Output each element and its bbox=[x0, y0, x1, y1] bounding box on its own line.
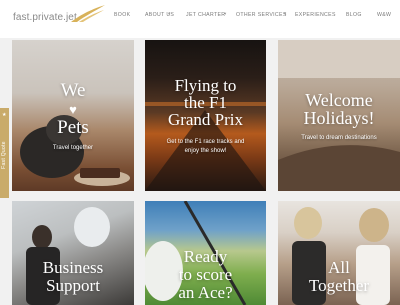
card-all-together[interactable]: All Together bbox=[278, 201, 400, 305]
card-title-line: Ready bbox=[183, 247, 228, 266]
heart-icon: ♥ bbox=[69, 102, 77, 117]
fast-quote-tab[interactable]: ★ Fast Quote bbox=[0, 108, 9, 198]
nav-blog[interactable]: BLOG bbox=[346, 12, 362, 19]
card-subtitle: Travel to dream destinations bbox=[301, 135, 377, 141]
nav-more[interactable]: W&W bbox=[377, 12, 391, 19]
card-title-line: Pets bbox=[57, 117, 89, 138]
star-icon: ★ bbox=[2, 112, 7, 118]
fast-quote-label: Fast Quote bbox=[1, 141, 7, 169]
site-header: fast.private.jet BOOK ABOUT US ▾ JET CHA… bbox=[0, 0, 400, 38]
card-title-line: an Ace? bbox=[178, 283, 233, 302]
card-title-line: Welcome bbox=[305, 90, 373, 110]
chevron-down-icon: ▾ bbox=[284, 11, 287, 16]
card-subtitle: enjoy the show! bbox=[184, 148, 227, 154]
card-f1-grand-prix[interactable]: Flying to the F1 Grand Prix Get to the F… bbox=[145, 40, 266, 191]
card-title-line: the F1 bbox=[184, 93, 227, 112]
card-holidays[interactable]: Welcome Holidays! Travel to dream destin… bbox=[278, 40, 400, 191]
card-title-line: Grand Prix bbox=[167, 110, 244, 129]
nav-experiences[interactable]: EXPERIENCES bbox=[295, 12, 336, 19]
nav-jet-charter[interactable]: JET CHARTER bbox=[186, 12, 225, 19]
card-title-line: Together bbox=[308, 276, 370, 295]
logo-text: fast.private.jet bbox=[13, 12, 77, 23]
chevron-down-icon: ▾ bbox=[224, 11, 227, 16]
card-pets[interactable]: We ♥ Pets Travel together bbox=[12, 40, 134, 191]
card-title-line: All bbox=[328, 258, 350, 277]
nav-other-services[interactable]: OTHER SERVICES bbox=[236, 12, 287, 19]
card-title-line: Holidays! bbox=[303, 108, 375, 128]
chevron-down-icon: ▾ bbox=[168, 11, 171, 16]
nav-book[interactable]: BOOK bbox=[114, 12, 130, 19]
card-business-support[interactable]: Business Support bbox=[12, 201, 134, 305]
wing-logo-icon bbox=[71, 5, 105, 22]
card-title-line: We bbox=[60, 80, 86, 101]
card-title-line: to score bbox=[178, 265, 233, 284]
card-subtitle: Travel together bbox=[52, 145, 94, 151]
card-title-line: Flying to bbox=[174, 76, 237, 95]
card-subtitle: Get to the F1 race tracks and bbox=[166, 139, 245, 145]
card-tennis[interactable]: Ready to score an Ace? bbox=[145, 201, 266, 305]
card-title-line: Business bbox=[42, 258, 104, 277]
card-title-line: Support bbox=[46, 276, 100, 295]
